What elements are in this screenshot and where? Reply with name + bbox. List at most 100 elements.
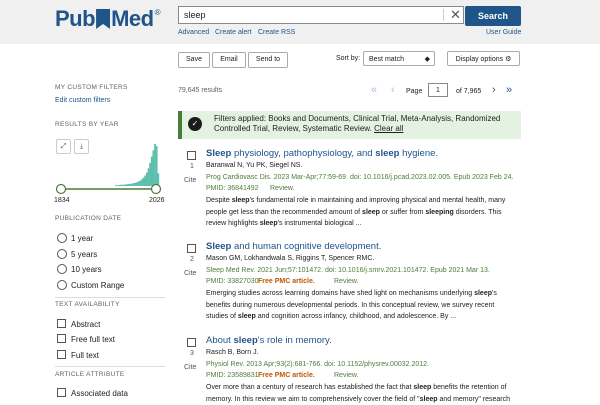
histogram-bar <box>150 156 153 186</box>
result-title[interactable]: Sleep physiology, pathophysiology, and s… <box>206 148 438 159</box>
search-input[interactable]: sleep <box>184 10 206 20</box>
page-total: of 7,965 <box>456 88 482 95</box>
year-end-handle[interactable] <box>150 183 162 195</box>
search-box[interactable]: sleep ✕ <box>178 6 464 24</box>
result-title[interactable]: Sleep and human cognitive development. <box>206 241 381 252</box>
filters-applied-banner: ✓ Filters applied: Books and Documents, … <box>178 111 521 139</box>
histogram-bar <box>157 173 160 186</box>
save-button[interactable]: Save <box>178 52 210 68</box>
histogram-bar <box>119 184 122 186</box>
article-type: Review. <box>270 185 295 192</box>
histogram-bar <box>154 144 156 186</box>
histogram-bar <box>147 168 150 186</box>
result-journal: Sleep Med Rev. 2021 Jun;57:101472. doi: … <box>206 267 490 274</box>
option-label: Free full text <box>71 335 116 344</box>
cite-button[interactable]: Cite <box>184 364 196 371</box>
first-page-icon[interactable]: « <box>371 84 377 96</box>
page-label: Page <box>406 88 423 95</box>
cite-button[interactable]: Cite <box>184 177 196 184</box>
publication-date-heading: PUBLICATION DATE <box>55 215 122 222</box>
checkbox-free-full-text[interactable] <box>57 334 66 343</box>
divider <box>55 366 165 367</box>
year-end-label: 2026 <box>149 197 165 204</box>
histogram-bar <box>131 183 134 186</box>
header: Pub Med® sleep ✕ Search Advanced Create a… <box>0 0 600 44</box>
histogram-bar <box>141 179 143 186</box>
article-type: Review. <box>334 372 359 379</box>
result-pmid: PMID: 36841492 <box>206 185 259 192</box>
histogram-bar <box>149 162 152 186</box>
email-button[interactable]: Email <box>212 52 246 68</box>
year-start-handle[interactable] <box>55 183 67 195</box>
search-divider <box>443 9 444 21</box>
clear-all-link[interactable]: Clear all <box>374 124 403 133</box>
year-start-label: 1834 <box>54 197 70 204</box>
result-pmid: PMID: 23589831 <box>206 372 259 379</box>
text-availability-heading: TEXT AVAILABILITY <box>55 301 120 308</box>
histogram-bars <box>115 144 160 186</box>
histogram-bar <box>145 172 148 186</box>
gear-icon: ⚙ <box>505 56 512 63</box>
results-count: 79,645 results <box>178 87 222 94</box>
result-checkbox[interactable] <box>187 151 196 160</box>
result-snippet: Despite sleep's fundamental role in main… <box>206 197 506 227</box>
histogram-bar <box>136 182 139 186</box>
histogram-bar <box>118 185 121 186</box>
histogram-bar <box>121 184 124 186</box>
pubmed-logo[interactable]: Pub Med® <box>55 6 161 32</box>
sort-select[interactable]: Best match ◆ <box>363 51 435 66</box>
histogram-bar <box>126 184 129 186</box>
cite-button[interactable]: Cite <box>184 270 196 277</box>
result-pmid: PMID: 33827030 <box>206 278 259 285</box>
checkmark-icon: ✓ <box>188 117 202 131</box>
radio-10-years[interactable] <box>57 264 67 274</box>
create-rss-link[interactable]: Create RSS <box>258 29 295 36</box>
page-input[interactable]: 1 <box>428 83 448 97</box>
filters-list: Filters applied: Books and Documents, Cl… <box>214 114 501 133</box>
result-number: 1 <box>190 163 194 170</box>
chevron-down-icon: ◆ <box>424 56 430 63</box>
result-title[interactable]: About sleep's role in memory. <box>206 335 332 346</box>
histogram-bar <box>115 185 117 186</box>
next-page-icon[interactable]: › <box>492 84 496 96</box>
option-label: Abstract <box>71 320 101 329</box>
result-number: 3 <box>190 350 194 357</box>
result-authors: Rasch B, Born J. <box>206 349 259 356</box>
radio-1-year[interactable] <box>57 233 67 243</box>
histogram-bar <box>123 184 125 186</box>
advanced-link[interactable]: Advanced <box>178 29 209 36</box>
result-authors: Mason GM, Lokhandwala S, Riggins T, Spen… <box>206 255 375 262</box>
display-options-label: Display options <box>455 56 504 63</box>
radio-5-years[interactable] <box>57 249 67 259</box>
custom-filters-heading: MY CUSTOM FILTERS <box>55 84 128 91</box>
result-snippet: Over more than a century of research has… <box>206 384 511 403</box>
histogram-bar <box>128 183 130 186</box>
option-label: Associated data <box>71 389 128 398</box>
histogram-bar <box>137 181 140 186</box>
result-checkbox[interactable] <box>187 244 196 253</box>
result-authors: Baranwal N, Yu PK, Siegel NS. <box>206 162 303 169</box>
search-button[interactable]: Search <box>465 6 521 26</box>
checkbox-abstract[interactable] <box>57 319 66 328</box>
create-alert-link[interactable]: Create alert <box>215 29 252 36</box>
option-label: Custom Range <box>71 281 125 290</box>
histogram-bar <box>142 177 145 186</box>
user-guide-link[interactable]: User Guide <box>486 29 521 36</box>
send-to-button[interactable]: Send to <box>248 52 288 68</box>
histogram-bar <box>116 185 119 186</box>
radio-custom-range[interactable] <box>57 280 67 290</box>
checkbox-full-text[interactable] <box>57 350 66 359</box>
display-options-button[interactable]: Display options ⚙ <box>447 51 520 66</box>
edit-custom-filters-link[interactable]: Edit custom filters <box>55 97 110 104</box>
close-icon[interactable]: ✕ <box>450 8 461 22</box>
prev-page-icon[interactable]: ‹ <box>391 84 395 96</box>
bookmark-logo-icon <box>96 9 111 29</box>
results-by-year-chart[interactable] <box>55 136 165 206</box>
histogram-bar <box>152 150 155 186</box>
last-page-icon[interactable]: » <box>506 84 512 96</box>
free-pmc-badge: Free PMC article. <box>258 372 315 379</box>
option-label: Full text <box>71 351 100 360</box>
result-checkbox[interactable] <box>187 338 196 347</box>
checkbox-associated-data[interactable] <box>57 388 66 397</box>
article-attribute-heading: ARTICLE ATTRIBUTE <box>55 371 125 378</box>
